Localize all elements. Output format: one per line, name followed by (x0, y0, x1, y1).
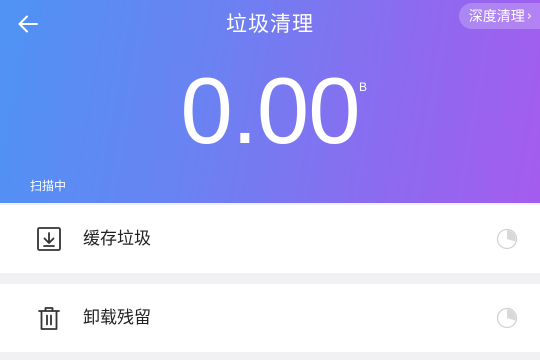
junk-size-unit: B (359, 80, 368, 94)
deep-clean-label: 深度清理 (468, 9, 525, 25)
deep-clean-button[interactable]: 深度清理 › (458, 3, 540, 29)
junk-size-value: 0.00 (180, 58, 361, 163)
loading-spinner-icon (496, 228, 518, 250)
category-label: 卸载残留 (83, 308, 151, 328)
loading-spinner-icon (496, 307, 518, 329)
header-banner: 垃圾清理 深度清理 › 0.00 B 扫描中 (0, 0, 540, 203)
trash-icon (38, 307, 60, 330)
category-row-uninstall-residue[interactable]: 卸载残留 (0, 284, 540, 352)
category-row-cache[interactable]: 缓存垃圾 (0, 205, 540, 273)
scan-status: 扫描中 (30, 179, 67, 193)
category-label: 缓存垃圾 (83, 229, 151, 249)
download-icon (37, 227, 61, 251)
page-background-strip (0, 352, 540, 360)
chevron-right-icon: › (526, 8, 532, 24)
